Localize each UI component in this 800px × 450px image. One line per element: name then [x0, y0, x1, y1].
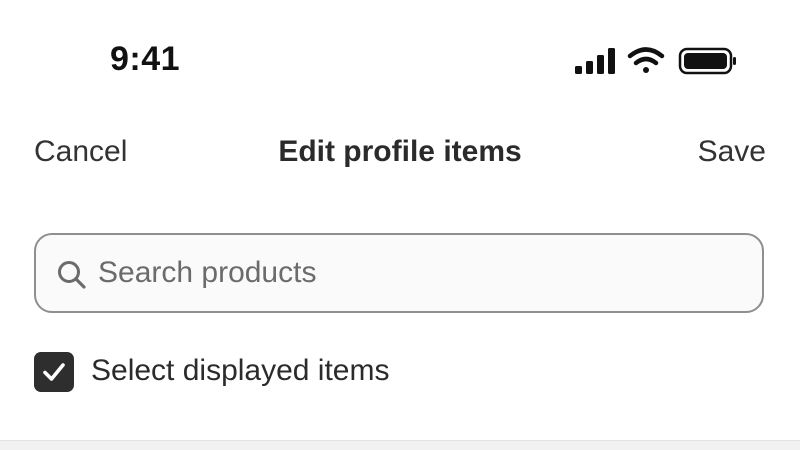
wifi-icon: [627, 47, 665, 73]
section-divider: [0, 440, 800, 450]
cancel-button[interactable]: Cancel: [34, 135, 127, 169]
search-input[interactable]: [98, 235, 738, 311]
status-bar: 9:41: [0, 0, 800, 100]
status-time: 9:41: [110, 40, 181, 78]
search-field[interactable]: [34, 233, 764, 313]
save-button[interactable]: Save: [698, 135, 766, 169]
edit-profile-items-screen: 9:41 Edit profile items Cancel Save Sear…: [0, 0, 800, 450]
select-displayed-items-checkbox[interactable]: [34, 352, 74, 392]
battery-icon: [678, 47, 736, 75]
checkmark-icon: [43, 363, 65, 381]
nav-bar: Edit profile items Cancel Save: [0, 125, 800, 185]
search-icon: [58, 261, 86, 289]
cellular-signal-icon: [575, 48, 615, 74]
select-displayed-items-row[interactable]: Select displayed items: [34, 350, 534, 394]
select-displayed-items-label: Select displayed items: [91, 354, 390, 387]
status-icons: [575, 47, 736, 75]
